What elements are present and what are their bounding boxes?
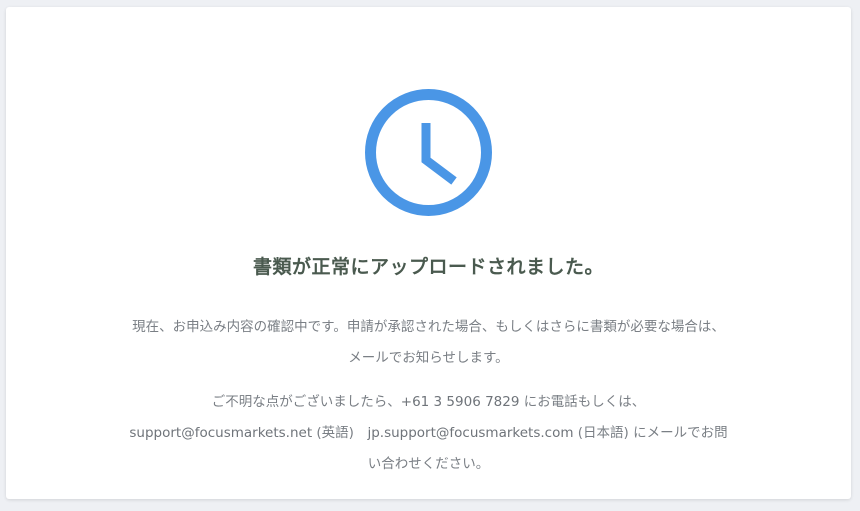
email-en-note: (英語) bbox=[312, 425, 368, 441]
page-title: 書類が正常にアップロードされました。 bbox=[252, 256, 604, 278]
clock-icon bbox=[363, 87, 494, 218]
email-jp-note: (日本語) にメールでお問 bbox=[573, 425, 728, 441]
phone-link[interactable]: +61 3 5906 7829 bbox=[401, 394, 520, 410]
contact-message: ご不明な点がございましたら、+61 3 5906 7829 にお電話もしくは、 … bbox=[101, 387, 756, 480]
contact-line: support@focusmarkets.net (英語) jp.support… bbox=[101, 418, 756, 449]
status-message-line: メールでお知らせします。 bbox=[348, 350, 509, 366]
contact-line: い合わせください。 bbox=[367, 456, 490, 472]
email-en-link[interactable]: support@focusmarkets.net bbox=[129, 425, 312, 441]
upload-success-card: 書類が正常にアップロードされました。 現在、お申込み内容の確認中です。申請が承認… bbox=[6, 7, 851, 499]
status-message-line: 現在、お申込み内容の確認中です。申請が承認された場合、もしくはさらに書類が必要な… bbox=[132, 319, 725, 335]
contact-suffix: にお電話もしくは、 bbox=[519, 394, 646, 410]
status-message: 現在、お申込み内容の確認中です。申請が承認された場合、もしくはさらに書類が必要な… bbox=[101, 312, 756, 374]
contact-line: ご不明な点がございましたら、+61 3 5906 7829 にお電話もしくは、 bbox=[101, 387, 756, 418]
email-jp-link[interactable]: jp.support@focusmarkets.com bbox=[367, 425, 573, 441]
contact-prefix: ご不明な点がございましたら、 bbox=[211, 394, 401, 410]
